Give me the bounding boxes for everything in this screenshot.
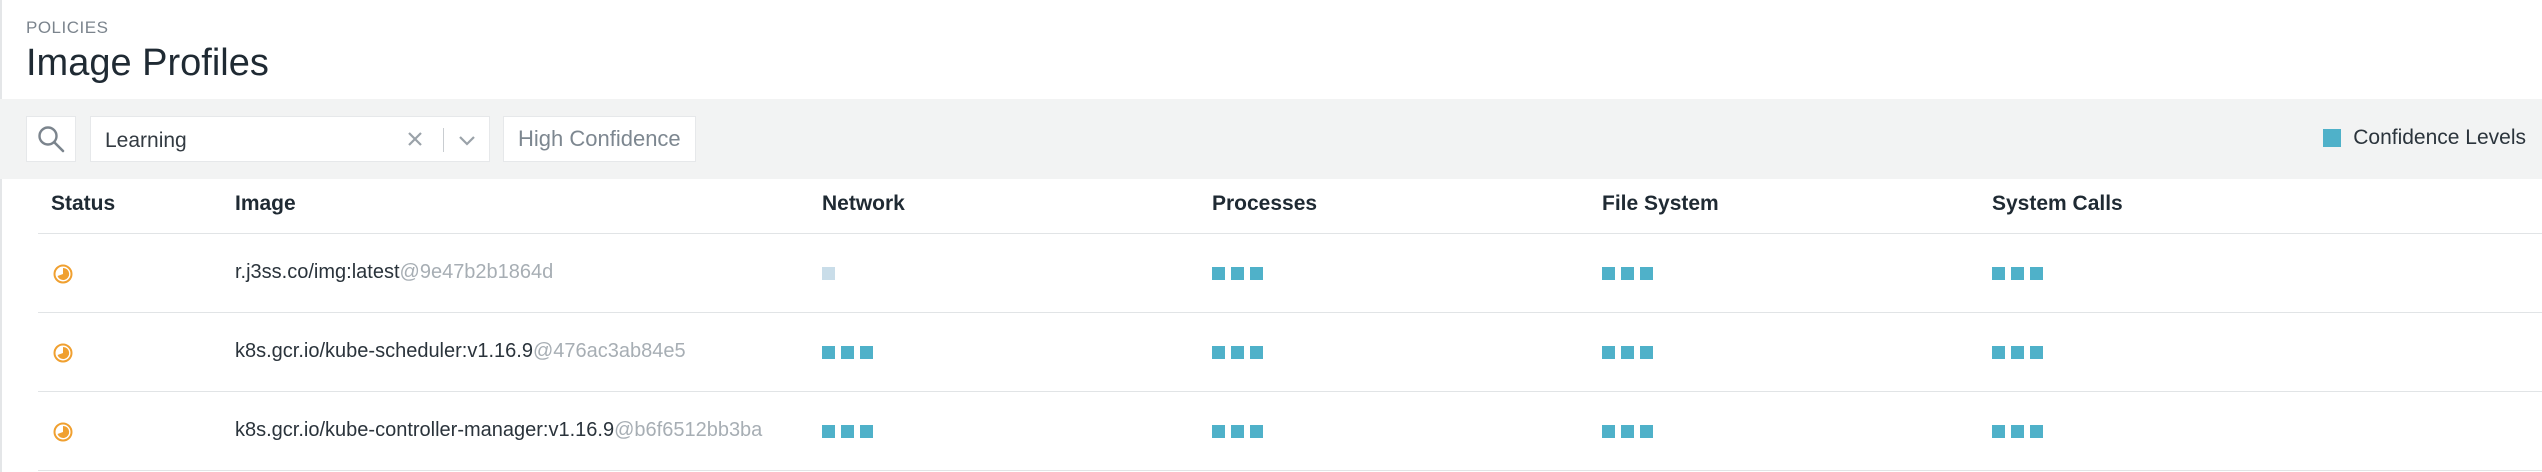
confidence-square: [841, 346, 854, 359]
table-row[interactable]: k8s.gcr.io/kube-controller-manager:v1.16…: [38, 392, 2542, 471]
confidence-square: [1621, 346, 1634, 359]
learning-status-icon: [53, 343, 73, 363]
processes-confidence: [1212, 267, 1269, 281]
breadcrumb[interactable]: POLICIES: [26, 18, 269, 38]
confidence-square: [1640, 425, 1653, 438]
confidence-square: [1621, 267, 1634, 280]
table-header: Status Image Network Processes File Syst…: [38, 179, 2542, 234]
network-confidence: [822, 425, 879, 439]
learning-status-icon: [53, 422, 73, 442]
confidence-square: [1212, 346, 1225, 359]
chevron-down-icon[interactable]: [455, 128, 479, 152]
table-row[interactable]: r.j3ss.co/img:latest@9e47b2b1864d: [38, 234, 2542, 313]
legend-swatch: [2323, 129, 2342, 147]
confidence-square: [2030, 346, 2043, 359]
column-header-system-calls[interactable]: System Calls: [1992, 192, 2123, 216]
file-system-confidence: [1602, 267, 1659, 281]
image-hash: @476ac3ab84e5: [532, 340, 686, 362]
confidence-square: [1992, 267, 2005, 280]
column-header-processes[interactable]: Processes: [1212, 192, 1317, 216]
confidence-square: [2030, 425, 2043, 438]
table-row[interactable]: k8s.gcr.io/kube-scheduler:v1.16.9@476ac3…: [38, 313, 2542, 392]
high-confidence-button[interactable]: High Confidence: [503, 116, 696, 162]
system-calls-confidence: [1992, 267, 2049, 281]
image-hash: @b6f6512bb3ba: [614, 419, 763, 441]
confidence-square: [1250, 346, 1263, 359]
status-filter-select[interactable]: Learning: [90, 116, 490, 162]
file-system-confidence: [1602, 346, 1659, 360]
image-name-cell[interactable]: k8s.gcr.io/kube-controller-manager:v1.16…: [235, 419, 762, 442]
network-confidence: [822, 346, 879, 360]
confidence-square: [1602, 346, 1615, 359]
column-header-image[interactable]: Image: [235, 192, 296, 216]
file-system-confidence: [1602, 425, 1659, 439]
confidence-square: [1212, 425, 1225, 438]
confidence-square: [841, 425, 854, 438]
confidence-square: [860, 425, 873, 438]
image-profiles-table: Status Image Network Processes File Syst…: [38, 179, 2542, 471]
confidence-square: [1231, 346, 1244, 359]
column-header-status[interactable]: Status: [51, 192, 115, 216]
confidence-square: [2011, 425, 2024, 438]
confidence-square: [1250, 425, 1263, 438]
filter-toolbar: Learning High Confidence Confidence Leve…: [0, 99, 2542, 179]
confidence-square: [822, 425, 835, 438]
confidence-square: [1602, 425, 1615, 438]
page-title: Image Profiles: [26, 42, 269, 84]
confidence-square: [1602, 267, 1615, 280]
confidence-square: [822, 267, 835, 280]
image-name: k8s.gcr.io/kube-scheduler:v1.16.9: [235, 340, 533, 362]
confidence-square: [1212, 267, 1225, 280]
confidence-square: [860, 346, 873, 359]
confidence-square: [822, 346, 835, 359]
processes-confidence: [1212, 346, 1269, 360]
confidence-legend[interactable]: Confidence Levels: [2323, 126, 2526, 150]
confidence-square: [1992, 346, 2005, 359]
confidence-square: [1992, 425, 2005, 438]
confidence-square: [1621, 425, 1634, 438]
confidence-square: [1231, 267, 1244, 280]
select-divider: [443, 128, 444, 152]
column-header-file-system[interactable]: File System: [1602, 192, 1719, 216]
legend-label: Confidence Levels: [2353, 126, 2526, 149]
image-name: r.j3ss.co/img:latest: [235, 261, 400, 283]
image-hash: @9e47b2b1864d: [399, 261, 554, 283]
image-name-cell[interactable]: r.j3ss.co/img:latest@9e47b2b1864d: [235, 261, 553, 284]
image-profiles-page: POLICIES Image Profiles Learning High Co…: [0, 0, 2542, 472]
confidence-square: [1250, 267, 1263, 280]
confidence-square: [2011, 267, 2024, 280]
system-calls-confidence: [1992, 346, 2049, 360]
confidence-square: [2030, 267, 2043, 280]
system-calls-confidence: [1992, 425, 2049, 439]
confidence-square: [2011, 346, 2024, 359]
page-header: POLICIES Image Profiles: [26, 18, 269, 85]
processes-confidence: [1212, 425, 1269, 439]
column-header-network[interactable]: Network: [822, 192, 905, 216]
filter-value: Learning: [105, 129, 187, 152]
network-confidence: [822, 267, 841, 281]
search-button[interactable]: [26, 116, 76, 162]
search-icon: [38, 126, 65, 153]
left-border: [0, 0, 2, 472]
image-name: k8s.gcr.io/kube-controller-manager:v1.16…: [235, 419, 615, 441]
close-icon[interactable]: [403, 127, 427, 151]
image-name-cell[interactable]: k8s.gcr.io/kube-scheduler:v1.16.9@476ac3…: [235, 340, 686, 363]
confidence-square: [1231, 425, 1244, 438]
confidence-square: [1640, 346, 1653, 359]
learning-status-icon: [53, 264, 73, 284]
confidence-square: [1640, 267, 1653, 280]
